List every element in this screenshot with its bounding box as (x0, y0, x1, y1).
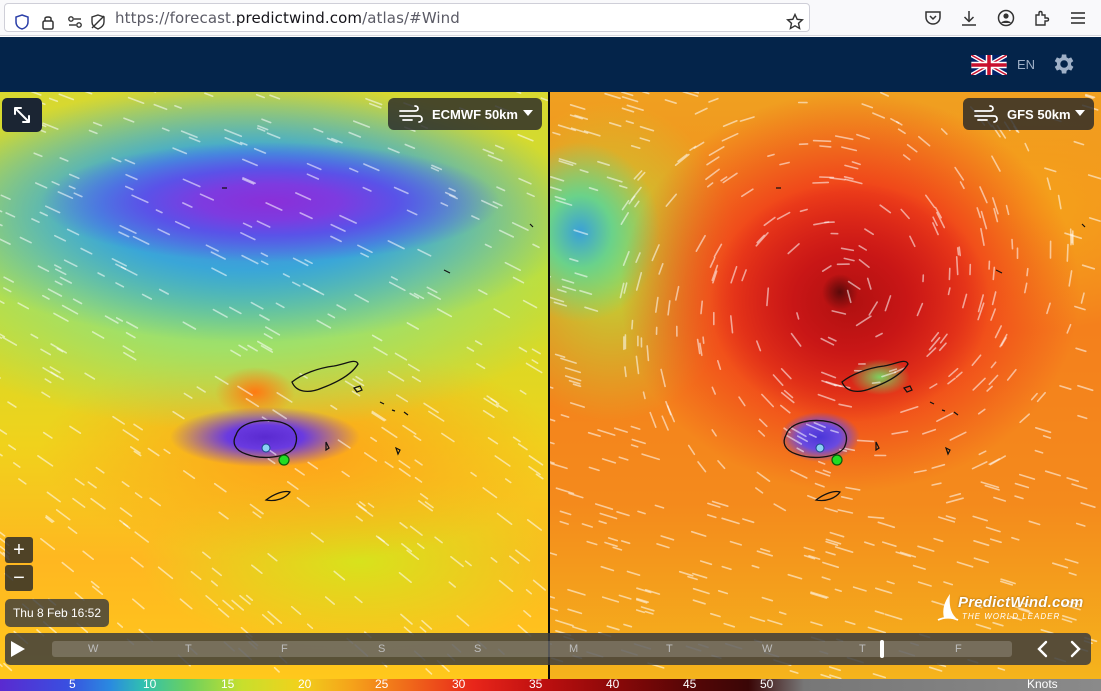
timeline-day: W (88, 643, 99, 655)
map-panel-right[interactable] (550, 92, 1101, 679)
coastline-right (776, 187, 1086, 502)
bookmark-star-icon[interactable] (783, 4, 807, 40)
legend-unit: Knots (1027, 677, 1058, 691)
extensions-icon[interactable] (1030, 0, 1054, 36)
timeline-day: S (474, 643, 482, 655)
expand-icon (14, 107, 30, 123)
fullscreen-button[interactable] (2, 98, 42, 132)
sail-logo-icon (937, 594, 959, 621)
timeline-day: T (666, 643, 673, 655)
chevron-down-icon (523, 110, 533, 116)
pocket-icon[interactable] (921, 0, 945, 36)
lock-icon[interactable] (37, 4, 59, 40)
legend-value: 45 (683, 677, 697, 691)
predictwind-logo: PredictWind.com THE WORLD LEADER (936, 592, 1088, 626)
wind-map[interactable] (0, 92, 1101, 679)
shield-icon[interactable] (11, 4, 33, 40)
timeline-day: T (185, 643, 192, 655)
chevron-right-icon[interactable] (1065, 639, 1085, 659)
address-bar[interactable]: https://forecast.predictwind.com/atlas/#… (4, 3, 810, 32)
zoom-out-button[interactable]: − (5, 565, 33, 591)
downloads-icon[interactable] (957, 0, 981, 36)
legend-value: 50 (760, 677, 774, 691)
legend-value: 10 (143, 677, 157, 691)
timeline-day: M (569, 643, 579, 655)
wind-icon (974, 105, 998, 123)
timeline-day: W (762, 643, 773, 655)
forecast-datetime: Thu 8 Feb 16:52 (5, 599, 109, 627)
permissions-icon[interactable] (65, 4, 87, 40)
legend-value: 15 (221, 677, 235, 691)
uk-flag-icon[interactable] (971, 55, 1007, 75)
legend-value: 20 (298, 677, 312, 691)
wind-speed-legend: 5 10 15 20 25 30 35 40 45 50 Knots (0, 677, 1101, 691)
account-icon[interactable] (994, 0, 1018, 36)
coastline-left (222, 187, 534, 502)
timeline-bar: W T F S S M T W T F (5, 633, 1091, 665)
menu-icon[interactable] (1066, 0, 1090, 36)
gear-icon[interactable] (1050, 51, 1076, 77)
timeline-day: S (378, 643, 386, 655)
wind-icon (399, 105, 423, 123)
timeline-track[interactable]: W T F S S M T W T F (52, 641, 1012, 657)
timeline-day: F (955, 643, 962, 655)
tracking-protection-icon[interactable] (87, 4, 109, 40)
chevron-left-icon[interactable] (1033, 639, 1053, 659)
timeline-day: T (859, 643, 866, 655)
chevron-down-icon (1075, 110, 1085, 116)
timeline-day: F (281, 643, 288, 655)
app-header (0, 37, 1101, 92)
model-select-left[interactable]: ECMWF 50km (388, 98, 542, 130)
legend-value: 35 (529, 677, 543, 691)
legend-value: 40 (606, 677, 620, 691)
model-label-left: ECMWF 50km (432, 106, 518, 122)
model-label-right: GFS 50km (1007, 106, 1071, 122)
browser-toolbar: https://forecast.predictwind.com/atlas/#… (0, 0, 1101, 36)
legend-value: 5 (69, 677, 76, 691)
model-select-right[interactable]: GFS 50km (963, 98, 1094, 130)
legend-value: 25 (375, 677, 389, 691)
play-icon[interactable] (11, 641, 25, 657)
language-label[interactable]: EN (1017, 56, 1035, 74)
legend-value: 30 (452, 677, 466, 691)
map-panel-left[interactable] (0, 92, 548, 679)
timeline-slider-thumb[interactable] (880, 640, 885, 658)
zoom-in-button[interactable]: + (5, 537, 33, 563)
url-text: https://forecast.predictwind.com/atlas/#… (115, 9, 460, 27)
